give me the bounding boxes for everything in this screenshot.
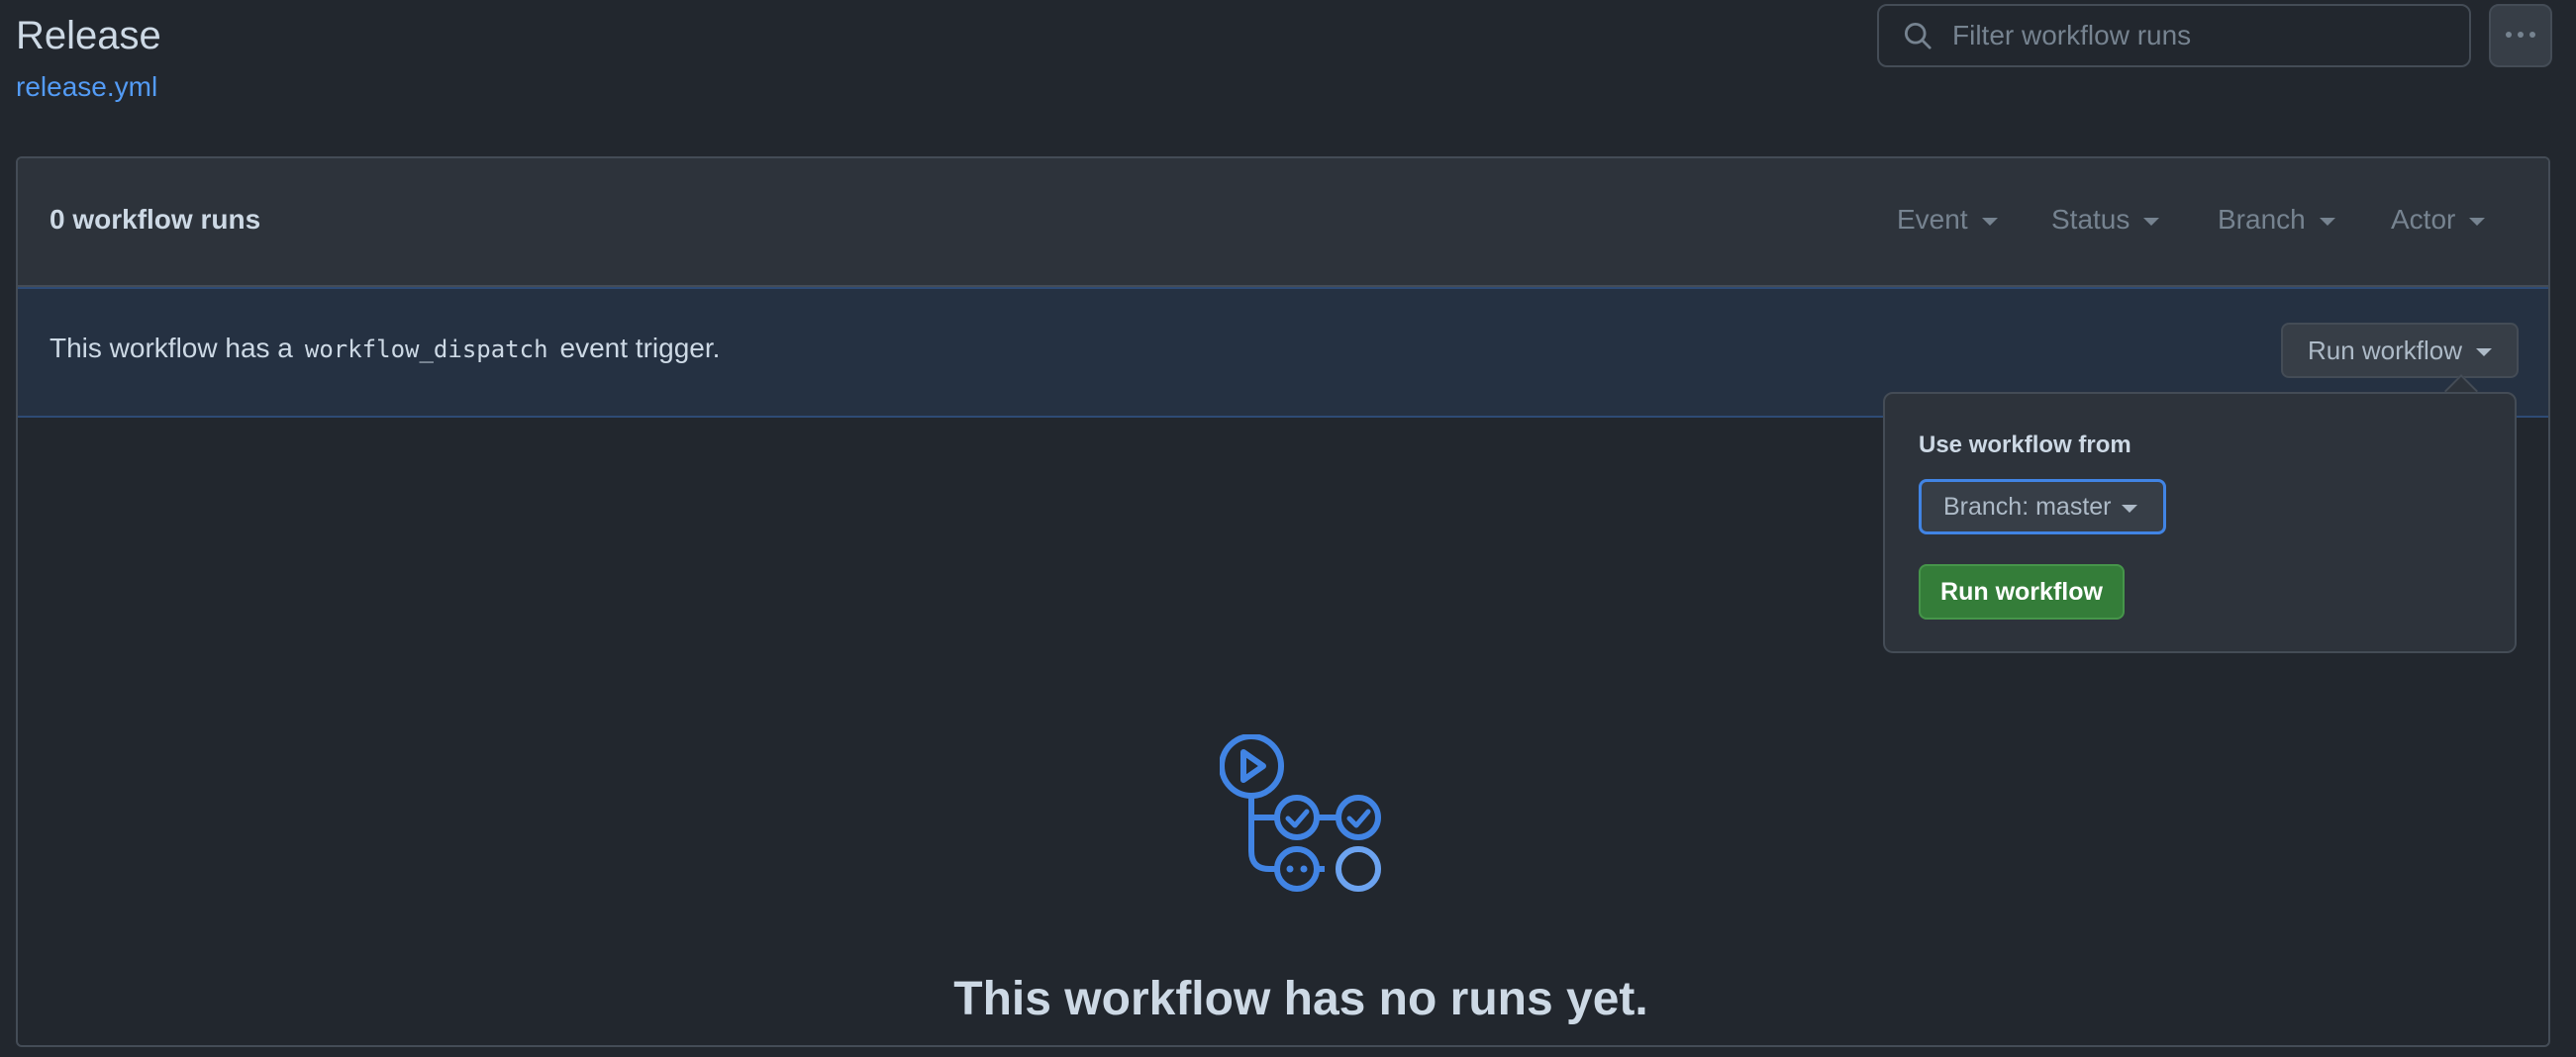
branch-select[interactable]: Branch: master: [1919, 479, 2166, 534]
chevron-down-icon: [1981, 218, 1998, 226]
run-workflow-dropdown-button[interactable]: Run workflow: [2281, 323, 2519, 378]
filter-branch[interactable]: Branch: [2218, 204, 2335, 236]
dispatch-message: This workflow has a workflow_dispatch even…: [50, 333, 720, 364]
kebab-horizontal-icon: [2504, 27, 2537, 45]
page-title: Release: [16, 14, 161, 57]
filter-event[interactable]: Event: [1897, 204, 1998, 236]
filter-runs-search[interactable]: Filter workflow runs: [1877, 4, 2471, 67]
chevron-down-icon: [2143, 218, 2160, 226]
run-workflow-dropdown: Use workflow from Branch: master Run wor…: [1883, 392, 2517, 653]
workflow-page: Release release.yml Filter workflow runs…: [0, 0, 2576, 1057]
chevron-down-icon: [2319, 218, 2335, 226]
chevron-down-icon: [2469, 218, 2486, 226]
chevron-down-icon: [2476, 348, 2493, 356]
runs-count: 0 workflow runs: [50, 204, 261, 235]
branch-select-value: Branch: master: [1943, 492, 2112, 521]
search-icon: [1901, 19, 1934, 52]
dispatch-event-code: workflow_dispatch: [304, 336, 548, 363]
run-workflow-button[interactable]: Run workflow: [1919, 564, 2125, 620]
chevron-down-icon: [2121, 505, 2137, 513]
filter-status[interactable]: Status: [2051, 204, 2160, 236]
empty-state-title: This workflow has no runs yet.: [953, 973, 1648, 1025]
run-workflow-label: Run workflow: [2307, 335, 2463, 365]
filter-status-label: Status: [2051, 204, 2130, 235]
more-options-button[interactable]: [2489, 4, 2552, 67]
search-input[interactable]: Filter workflow runs: [1952, 20, 2191, 51]
use-workflow-from-label: Use workflow from: [1919, 432, 2131, 458]
filter-actor-label: Actor: [2391, 204, 2456, 235]
workflow-icon: [1220, 734, 1381, 892]
filter-event-label: Event: [1897, 204, 1968, 235]
filter-branch-label: Branch: [2218, 204, 2306, 235]
runs-header: 0 workflow runs Event Status Branch Acto…: [18, 158, 2548, 287]
dispatch-text-after: event trigger.: [559, 333, 721, 363]
dispatch-text-before: This workflow has a: [50, 333, 293, 363]
filter-actor[interactable]: Actor: [2391, 204, 2486, 236]
workflow-file-link[interactable]: release.yml: [16, 71, 157, 103]
